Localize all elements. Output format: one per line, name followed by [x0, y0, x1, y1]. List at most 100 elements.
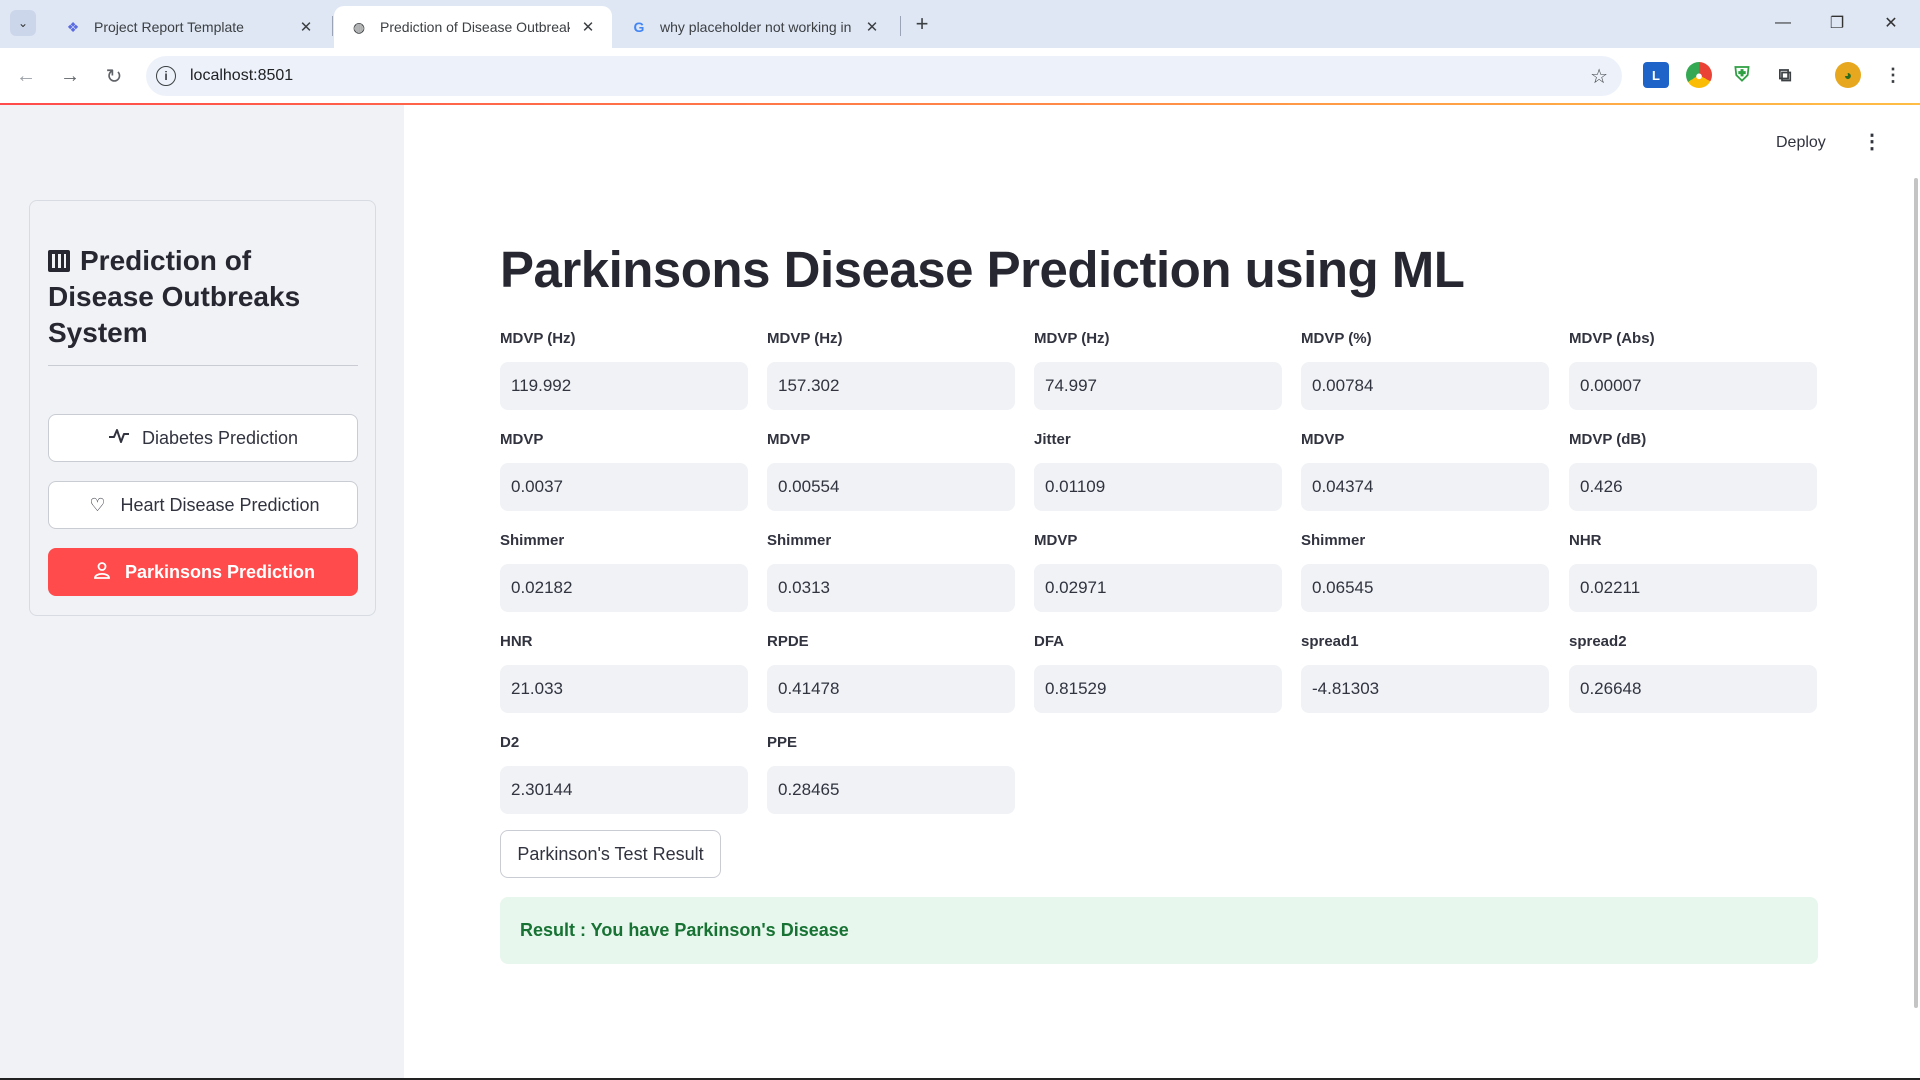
field-input[interactable]: 0.81529 [1034, 665, 1282, 713]
field-input[interactable]: 0.0037 [500, 463, 748, 511]
number-field: NHR 0.02211 [1569, 532, 1817, 612]
field-input[interactable]: 0.426 [1569, 463, 1817, 511]
number-field: DFA 0.81529 [1034, 633, 1282, 713]
sidebar-item-label: Parkinsons Prediction [124, 561, 316, 582]
star-icon[interactable]: ☆ [1590, 64, 1608, 89]
deploy-button[interactable]: Deploy [1776, 134, 1826, 152]
puzzle-icon[interactable]: ⧉ [1772, 62, 1798, 88]
page-title: Parkinsons Disease Prediction using ML [500, 241, 1465, 298]
forward-button[interactable]: → [56, 62, 84, 90]
field-input[interactable]: 21.033 [500, 665, 748, 713]
field-input[interactable]: 0.00007 [1569, 362, 1817, 410]
shield-icon[interactable]: ⛨ [1729, 62, 1755, 88]
field-label: RPDE [767, 633, 809, 650]
close-window-button[interactable]: ✕ [1868, 8, 1914, 38]
more-options-icon[interactable]: ⋮ [1862, 132, 1882, 152]
avatar[interactable]: ◕ [1835, 62, 1861, 88]
minimize-icon: — [1775, 14, 1791, 31]
number-field: HNR 21.033 [500, 633, 748, 713]
field-input[interactable]: -4.81303 [1301, 665, 1549, 713]
close-icon[interactable]: ✕ [862, 17, 882, 37]
field-input[interactable]: 157.302 [767, 362, 1015, 410]
menu-title: Prediction of Disease Outbreaks System [48, 243, 358, 351]
field-label: MDVP [1034, 532, 1078, 549]
browser-toolbar: ← → ↻ i localhost:8501 ☆ L ● ⛨ ⧉ ◕ ⋮ [0, 48, 1920, 104]
plus-icon: + [915, 11, 929, 36]
field-input[interactable]: 119.992 [500, 362, 748, 410]
minimize-button[interactable]: — [1760, 8, 1806, 38]
back-button[interactable]: ← [12, 62, 40, 90]
number-field: MDVP 0.00554 [767, 431, 1015, 511]
menu-title-text: Prediction of Disease Outbreaks System [48, 245, 301, 348]
browser-tab-google-search[interactable]: G why placeholder not working in ✕ [614, 6, 896, 48]
extension-color-icon[interactable]: ● [1686, 62, 1712, 88]
field-label: MDVP (Hz) [1034, 330, 1110, 347]
number-field: Jitter 0.01109 [1034, 431, 1282, 511]
arrow-right-icon: → [60, 64, 80, 87]
number-field: MDVP 0.04374 [1301, 431, 1549, 511]
sidebar: Prediction of Disease Outbreaks System D… [0, 105, 404, 1080]
sidebar-item-parkinsons[interactable]: Parkinsons Prediction [48, 548, 358, 596]
sidebar-item-heart-disease[interactable]: ♡ Heart Disease Prediction [48, 481, 358, 529]
tab-title: why placeholder not working in [660, 19, 852, 35]
option-menu: Prediction of Disease Outbreaks System D… [29, 200, 376, 616]
close-icon[interactable]: ✕ [578, 17, 598, 37]
address-bar[interactable]: i localhost:8501 ☆ [146, 56, 1622, 96]
number-field: PPE 0.28465 [767, 734, 1015, 814]
field-input[interactable]: 0.0313 [767, 564, 1015, 612]
field-input[interactable]: 0.01109 [1034, 463, 1282, 511]
new-tab-button[interactable]: + [908, 10, 936, 38]
reload-button[interactable]: ↻ [100, 62, 128, 90]
field-input[interactable]: 0.00784 [1301, 362, 1549, 410]
restore-icon: ❐ [1829, 15, 1845, 32]
number-field: MDVP (Hz) 157.302 [767, 330, 1015, 410]
heart-icon: ♡ [89, 494, 106, 515]
field-label: PPE [767, 734, 798, 751]
sidebar-item-diabetes[interactable]: Diabetes Prediction [48, 414, 358, 462]
tab-search-button[interactable]: ⌄ [10, 10, 36, 36]
scrollbar[interactable] [1914, 178, 1918, 1008]
field-input[interactable]: 0.00554 [767, 463, 1015, 511]
field-input[interactable]: 0.41478 [767, 665, 1015, 713]
chevron-down-icon: ⌄ [17, 16, 29, 30]
number-field: MDVP (dB) 0.426 [1569, 431, 1817, 511]
test-result-button[interactable]: Parkinson's Test Result [500, 830, 721, 878]
close-icon[interactable]: ✕ [296, 17, 316, 37]
field-input[interactable]: 2.30144 [500, 766, 748, 814]
field-label: D2 [500, 734, 520, 751]
browser-menu-icon[interactable]: ⋮ [1880, 62, 1906, 88]
number-field: Shimmer 0.06545 [1301, 532, 1549, 612]
reload-icon: ↻ [105, 65, 123, 88]
field-input[interactable]: 0.02971 [1034, 564, 1282, 612]
field-label: spread2 [1569, 633, 1627, 650]
divider [48, 365, 358, 366]
field-label: MDVP (dB) [1569, 431, 1647, 448]
number-field: MDVP (Hz) 74.997 [1034, 330, 1282, 410]
arrow-left-icon: ← [16, 64, 36, 87]
field-label: spread1 [1301, 633, 1359, 650]
hospital-icon [48, 250, 70, 272]
activity-icon [108, 428, 130, 449]
number-field: spread1 -4.81303 [1301, 633, 1549, 713]
browser-tab-prediction[interactable]: ◍ Prediction of Disease Outbreaks ✕ [334, 6, 612, 48]
number-field: MDVP 0.0037 [500, 431, 748, 511]
browser-tab-bar: ⌄ ❖ Project Report Template ✕ ◍ Predicti… [0, 0, 1920, 48]
info-icon[interactable]: i [156, 66, 176, 86]
globe-icon: ◍ [352, 18, 366, 35]
field-input[interactable]: 0.06545 [1301, 564, 1549, 612]
number-field: Shimmer 0.0313 [767, 532, 1015, 612]
field-input[interactable]: 74.997 [1034, 362, 1282, 410]
extension-translate-icon[interactable]: L [1643, 62, 1669, 88]
field-input[interactable]: 0.26648 [1569, 665, 1817, 713]
field-input[interactable]: 0.28465 [767, 766, 1015, 814]
browser-tab-project-report[interactable]: ❖ Project Report Template ✕ [48, 6, 330, 48]
field-input[interactable]: 0.02182 [500, 564, 748, 612]
field-label: MDVP [1301, 431, 1345, 448]
restore-button[interactable]: ❐ [1814, 8, 1860, 38]
field-input[interactable]: 0.04374 [1301, 463, 1549, 511]
field-input[interactable]: 0.02211 [1569, 564, 1817, 612]
tab-separator [900, 16, 901, 36]
url-text[interactable]: localhost:8501 [190, 67, 293, 85]
number-field: spread2 0.26648 [1569, 633, 1817, 713]
field-label: Shimmer [500, 532, 565, 549]
